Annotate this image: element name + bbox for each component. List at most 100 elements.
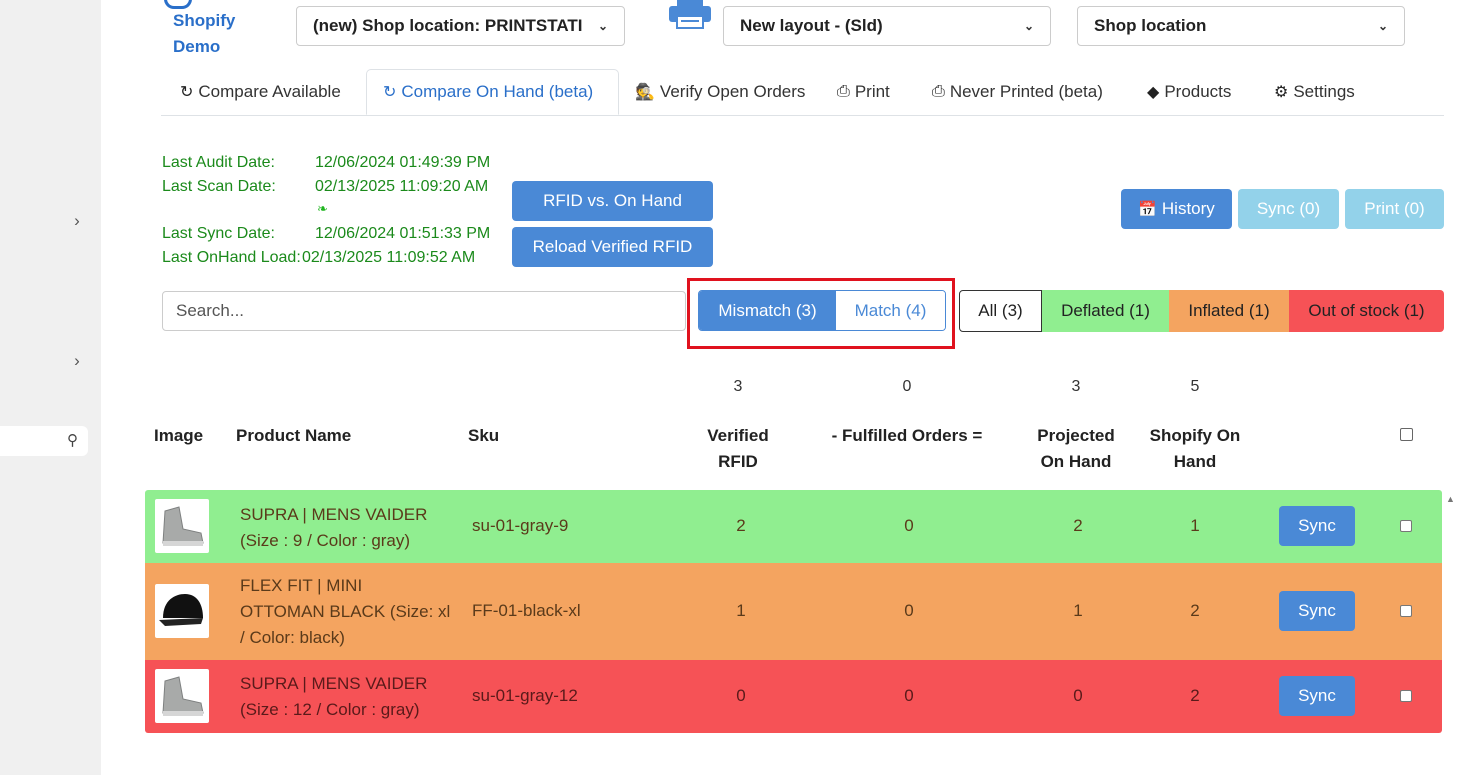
refresh-icon: ↻ [383, 84, 397, 101]
header-line: Hand [1173, 452, 1217, 471]
refresh-icon: ↻ [180, 84, 194, 101]
product-thumbnail [155, 499, 209, 553]
location-select-value: Shop location [1094, 16, 1207, 35]
tab-print[interactable]: ⎙ Print [837, 69, 890, 115]
column-header-verified-rfid: Verified RFID [688, 423, 788, 475]
tab-label: Compare Available [198, 82, 341, 101]
tab-label: Compare On Hand (beta) [401, 82, 594, 101]
tab-compare-on-hand[interactable]: ↻ Compare On Hand (beta) [366, 69, 619, 115]
row-checkbox[interactable] [1400, 690, 1412, 702]
header-line: Verified [707, 426, 769, 445]
left-sidebar [0, 0, 101, 775]
tab-label: Verify Open Orders [659, 82, 806, 101]
leaf-icon: ❧ [317, 201, 328, 216]
gear-icon: ⚙ [1274, 84, 1289, 101]
brand-name: Shopify Demo [173, 8, 235, 60]
scroll-up-arrow-icon[interactable]: ▲ [1446, 494, 1455, 504]
print-all-button[interactable]: Print (0) [1345, 189, 1444, 229]
rfid-vs-onhand-button[interactable]: RFID vs. On Hand [512, 181, 713, 221]
shopify-on-hand-value: 2 [1190, 686, 1200, 705]
product-thumbnail [155, 669, 209, 723]
total-fulfilled-orders: 0 [902, 378, 912, 395]
chevron-down-icon: ⌄ [1377, 19, 1388, 33]
tab-label: Print [854, 82, 890, 101]
last-audit-date: Last Audit Date: 12/06/2024 01:49:39 PM [162, 151, 490, 174]
brand-line-1: Shopify [173, 11, 236, 30]
filter-inflated-button[interactable]: Inflated (1) [1169, 290, 1289, 332]
status-filter-group: All (3) Deflated (1) Inflated (1) Out of… [959, 290, 1444, 332]
chevron-down-icon: ⌄ [597, 19, 608, 33]
filter-all-button[interactable]: All (3) [959, 290, 1042, 332]
product-name-line: SUPRA | MENS VAIDER [240, 505, 428, 524]
last-scan-date: Last Scan Date: 02/13/2025 11:09:20 AM [162, 175, 488, 198]
last-onhand-load: Last OnHand Load:02/13/2025 11:09:52 AM [162, 246, 475, 269]
select-all-checkbox[interactable] [1400, 428, 1413, 441]
verified-rfid-value: 2 [736, 516, 746, 535]
projected-on-hand-value: 2 [1073, 516, 1083, 535]
row-checkbox[interactable] [1400, 520, 1412, 532]
brand-line-2: Demo [173, 37, 221, 56]
info-label: Last Scan Date: [162, 178, 276, 195]
product-name-line: (Size : 12 / Color : gray) [240, 700, 420, 719]
tab-verify-open-orders[interactable]: 🕵 Verify Open Orders [635, 69, 805, 115]
total-shopify-on-hand: 5 [1190, 378, 1200, 395]
printer-select-value: (new) Shop location: PRINTSTATI [313, 16, 583, 35]
column-header-projected-on-hand: Projected On Hand [1016, 423, 1136, 475]
row-checkbox[interactable] [1400, 605, 1412, 617]
chevron-right-icon[interactable]: › [70, 351, 84, 371]
projected-on-hand-value: 1 [1073, 601, 1083, 620]
product-name-line: OTTOMAN BLACK (Size: xl [240, 602, 451, 621]
reload-verified-rfid-button[interactable]: Reload Verified RFID [512, 227, 713, 267]
tab-bar: ↻ Compare Available ↻ Compare On Hand (bet… [161, 69, 1444, 116]
projected-on-hand-value: 0 [1073, 686, 1083, 705]
table-row: SUPRA | MENS VAIDER (Size : 12 / Color :… [145, 660, 1442, 733]
printer-icon [669, 0, 711, 29]
tag-icon: ◆ [1147, 84, 1160, 101]
product-name: SUPRA | MENS VAIDER (Size : 9 / Color : … [240, 502, 427, 554]
layout-select-value: New layout - (Sld) [740, 16, 883, 35]
pin-icon[interactable]: ⚲ [67, 431, 78, 449]
header-line: On Hand [1040, 452, 1112, 471]
column-header-image: Image [154, 426, 204, 445]
sync-all-button[interactable]: Sync (0) [1238, 189, 1339, 229]
chevron-right-icon[interactable]: › [70, 211, 84, 231]
product-name: SUPRA | MENS VAIDER (Size : 12 / Color :… [240, 671, 427, 723]
product-sku: su-01-gray-9 [472, 516, 569, 535]
info-label: Last OnHand Load: [162, 249, 301, 266]
product-thumbnail [155, 584, 209, 638]
column-header-shopify-on-hand: Shopify On Hand [1135, 423, 1255, 475]
printer-select[interactable]: (new) Shop location: PRINTSTATI ⌄ [296, 6, 625, 46]
highlight-box [687, 278, 955, 349]
layout-select[interactable]: New layout - (Sld) ⌄ [723, 6, 1051, 46]
product-name-line: SUPRA | MENS VAIDER [240, 674, 428, 693]
header-line: Projected [1037, 426, 1115, 445]
tab-never-printed[interactable]: ⎙ Never Printed (beta) [932, 69, 1103, 115]
shopify-on-hand-value: 2 [1190, 601, 1200, 620]
cap-thumbnail [159, 594, 203, 626]
row-sync-button[interactable]: Sync [1279, 676, 1355, 716]
column-header-sku: Sku [468, 426, 500, 445]
tab-products[interactable]: ◆ Products [1147, 69, 1231, 115]
history-button[interactable]: 📅 History [1121, 189, 1232, 229]
header-line: Shopify On [1149, 426, 1241, 445]
filter-deflated-button[interactable]: Deflated (1) [1042, 290, 1169, 332]
filter-out-of-stock-button[interactable]: Out of stock (1) [1289, 290, 1444, 332]
row-sync-button[interactable]: Sync [1279, 591, 1355, 631]
tab-compare-available[interactable]: ↻ Compare Available [180, 69, 341, 115]
row-sync-button[interactable]: Sync [1279, 506, 1355, 546]
print-icon: ⎙ [932, 83, 945, 100]
info-value: 12/06/2024 01:49:39 PM [315, 154, 491, 171]
search-input[interactable]: Search... [162, 291, 686, 331]
table-row: SUPRA | MENS VAIDER (Size : 9 / Color : … [145, 490, 1442, 563]
info-value: 12/06/2024 01:51:33 PM [315, 225, 491, 242]
info-label: Last Audit Date: [162, 154, 275, 171]
total-projected-on-hand: 3 [1071, 378, 1081, 395]
verified-rfid-value: 0 [736, 686, 746, 705]
sidebar-pinned-item[interactable]: ⚲ [0, 426, 88, 456]
tab-label: Never Printed (beta) [949, 82, 1103, 101]
location-select[interactable]: Shop location ⌄ [1077, 6, 1405, 46]
tab-settings[interactable]: ⚙ Settings [1274, 69, 1355, 115]
fulfilled-orders-value: 0 [904, 601, 914, 620]
fulfilled-orders-value: 0 [904, 686, 914, 705]
verified-rfid-value: 1 [736, 601, 746, 620]
